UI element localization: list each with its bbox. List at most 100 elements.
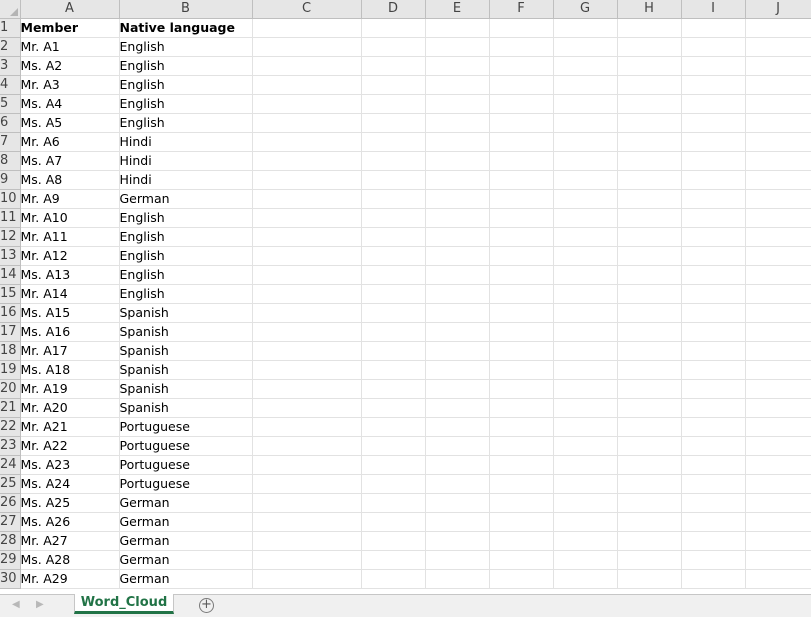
cell-empty[interactable] xyxy=(745,303,811,323)
cell-native-language[interactable]: English xyxy=(119,265,253,285)
cell-member[interactable]: Mr. A11 xyxy=(20,227,120,247)
cell-empty[interactable] xyxy=(617,284,682,304)
cell-member[interactable]: Member xyxy=(20,18,120,38)
cell-empty[interactable] xyxy=(617,436,682,456)
column-header-c[interactable]: C xyxy=(252,0,362,19)
cell-native-language[interactable]: English xyxy=(119,227,253,247)
cell-empty[interactable] xyxy=(553,265,618,285)
cell-empty[interactable] xyxy=(617,75,682,95)
cell-empty[interactable] xyxy=(553,208,618,228)
cell-empty[interactable] xyxy=(489,550,554,570)
cell-member[interactable]: Mr. A29 xyxy=(20,569,120,589)
cell-empty[interactable] xyxy=(553,303,618,323)
cell-empty[interactable] xyxy=(489,56,554,76)
row-header[interactable]: 25 xyxy=(0,474,21,494)
cell-empty[interactable] xyxy=(425,189,490,209)
row-header[interactable]: 24 xyxy=(0,455,21,475)
cell-member[interactable]: Ms. A2 xyxy=(20,56,120,76)
cell-empty[interactable] xyxy=(553,151,618,171)
row-header[interactable]: 13 xyxy=(0,246,21,266)
cell-empty[interactable] xyxy=(617,417,682,437)
cell-empty[interactable] xyxy=(361,94,426,114)
cell-empty[interactable] xyxy=(745,132,811,152)
cell-empty[interactable] xyxy=(681,246,746,266)
cell-empty[interactable] xyxy=(553,246,618,266)
cell-empty[interactable] xyxy=(489,417,554,437)
row-header[interactable]: 22 xyxy=(0,417,21,437)
cell-empty[interactable] xyxy=(361,75,426,95)
cell-empty[interactable] xyxy=(681,474,746,494)
cell-native-language[interactable]: German xyxy=(119,493,253,513)
cell-empty[interactable] xyxy=(425,341,490,361)
cell-member[interactable]: Ms. A25 xyxy=(20,493,120,513)
cell-empty[interactable] xyxy=(425,303,490,323)
cell-empty[interactable] xyxy=(252,550,362,570)
cell-empty[interactable] xyxy=(745,550,811,570)
cell-empty[interactable] xyxy=(745,531,811,551)
cell-empty[interactable] xyxy=(425,227,490,247)
cell-empty[interactable] xyxy=(681,284,746,304)
cell-empty[interactable] xyxy=(745,493,811,513)
cell-empty[interactable] xyxy=(553,436,618,456)
cell-empty[interactable] xyxy=(361,113,426,133)
cell-empty[interactable] xyxy=(361,455,426,475)
cell-empty[interactable] xyxy=(252,322,362,342)
sheet-tab-word-cloud[interactable]: Word_Cloud xyxy=(74,594,174,614)
cell-empty[interactable] xyxy=(681,569,746,589)
cell-empty[interactable] xyxy=(361,56,426,76)
cell-empty[interactable] xyxy=(489,227,554,247)
row-header[interactable]: 19 xyxy=(0,360,21,380)
cell-empty[interactable] xyxy=(361,208,426,228)
cell-empty[interactable] xyxy=(681,75,746,95)
cell-empty[interactable] xyxy=(252,246,362,266)
cell-empty[interactable] xyxy=(252,436,362,456)
cell-empty[interactable] xyxy=(425,398,490,418)
cell-empty[interactable] xyxy=(489,94,554,114)
cell-empty[interactable] xyxy=(252,75,362,95)
cell-empty[interactable] xyxy=(553,474,618,494)
cell-member[interactable]: Mr. A12 xyxy=(20,246,120,266)
cell-empty[interactable] xyxy=(681,398,746,418)
cell-native-language[interactable]: Hindi xyxy=(119,132,253,152)
cell-member[interactable]: Mr. A19 xyxy=(20,379,120,399)
cell-empty[interactable] xyxy=(252,455,362,475)
cell-member[interactable]: Mr. A9 xyxy=(20,189,120,209)
row-header[interactable]: 29 xyxy=(0,550,21,570)
cell-empty[interactable] xyxy=(361,303,426,323)
cell-member[interactable]: Mr. A6 xyxy=(20,132,120,152)
cell-native-language[interactable]: German xyxy=(119,569,253,589)
cell-empty[interactable] xyxy=(489,398,554,418)
cell-member[interactable]: Mr. A21 xyxy=(20,417,120,437)
cell-empty[interactable] xyxy=(553,227,618,247)
cell-empty[interactable] xyxy=(361,398,426,418)
row-header[interactable]: 23 xyxy=(0,436,21,456)
cell-empty[interactable] xyxy=(745,569,811,589)
cell-native-language[interactable]: German xyxy=(119,550,253,570)
cell-empty[interactable] xyxy=(361,436,426,456)
cell-empty[interactable] xyxy=(617,550,682,570)
cell-empty[interactable] xyxy=(681,170,746,190)
cell-empty[interactable] xyxy=(252,151,362,171)
cell-empty[interactable] xyxy=(681,322,746,342)
cell-empty[interactable] xyxy=(361,132,426,152)
cell-empty[interactable] xyxy=(745,455,811,475)
cell-native-language[interactable]: English xyxy=(119,56,253,76)
cell-empty[interactable] xyxy=(617,227,682,247)
cell-empty[interactable] xyxy=(681,94,746,114)
cell-empty[interactable] xyxy=(361,474,426,494)
cell-empty[interactable] xyxy=(553,37,618,57)
cell-member[interactable]: Mr. A20 xyxy=(20,398,120,418)
cell-member[interactable]: Ms. A5 xyxy=(20,113,120,133)
cell-native-language[interactable]: English xyxy=(119,284,253,304)
row-header[interactable]: 30 xyxy=(0,569,21,589)
cell-member[interactable]: Mr. A17 xyxy=(20,341,120,361)
add-sheet-plus-icon[interactable]: + xyxy=(199,598,214,613)
column-header-j[interactable]: J xyxy=(745,0,811,19)
cell-empty[interactable] xyxy=(745,360,811,380)
row-header[interactable]: 4 xyxy=(0,75,21,95)
row-header[interactable]: 6 xyxy=(0,113,21,133)
cell-member[interactable]: Ms. A8 xyxy=(20,170,120,190)
cell-empty[interactable] xyxy=(252,417,362,437)
cell-empty[interactable] xyxy=(489,493,554,513)
cell-empty[interactable] xyxy=(361,341,426,361)
